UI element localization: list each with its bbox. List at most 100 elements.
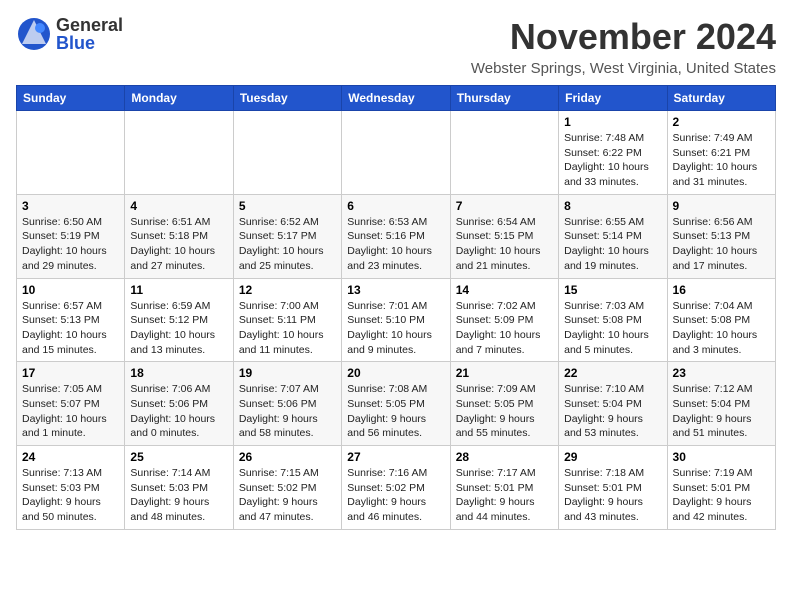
calendar-cell: 1Sunrise: 7:48 AM Sunset: 6:22 PM Daylig… bbox=[559, 111, 667, 195]
day-number: 14 bbox=[456, 283, 553, 297]
day-number: 17 bbox=[22, 366, 119, 380]
day-detail: Sunrise: 7:18 AM Sunset: 5:01 PM Dayligh… bbox=[564, 466, 661, 525]
calendar-cell: 7 Sunrise: 6:54 AM Sunset: 5:15 PM Daylig… bbox=[450, 194, 558, 278]
calendar-week-5: 24Sunrise: 7:13 AM Sunset: 5:03 PM Dayli… bbox=[17, 446, 776, 530]
weekday-header-row: SundayMondayTuesdayWednesdayThursdayFrid… bbox=[17, 86, 776, 111]
calendar-cell: 14 Sunrise: 7:02 AM Sunset: 5:09 PM Dayli… bbox=[450, 278, 558, 362]
day-number: 5 bbox=[239, 199, 336, 213]
day-detail: Sunrise: 7:07 AM Sunset: 5:06 PM Dayligh… bbox=[239, 382, 336, 441]
day-number: 25 bbox=[130, 450, 227, 464]
calendar-week-4: 17 Sunrise: 7:05 AM Sunset: 5:07 PM Dayli… bbox=[17, 362, 776, 446]
calendar-cell bbox=[125, 111, 233, 195]
day-number: 12 bbox=[239, 283, 336, 297]
day-detail: Sunrise: 7:19 AM Sunset: 5:01 PM Dayligh… bbox=[673, 466, 770, 525]
weekday-header-monday: Monday bbox=[125, 86, 233, 111]
day-detail: Sunrise: 7:09 AM Sunset: 5:05 PM Dayligh… bbox=[456, 382, 553, 441]
day-number: 9 bbox=[673, 199, 770, 213]
calendar-week-2: 3 Sunrise: 6:50 AM Sunset: 5:19 PM Daylig… bbox=[17, 194, 776, 278]
day-detail: Sunrise: 7:06 AM Sunset: 5:06 PM Dayligh… bbox=[130, 382, 227, 441]
calendar-cell bbox=[17, 111, 125, 195]
day-number: 3 bbox=[22, 199, 119, 213]
weekday-header-sunday: Sunday bbox=[17, 86, 125, 111]
day-detail: Sunrise: 7:05 AM Sunset: 5:07 PM Dayligh… bbox=[22, 382, 119, 441]
day-detail: Sunrise: 7:17 AM Sunset: 5:01 PM Dayligh… bbox=[456, 466, 553, 525]
day-number: 18 bbox=[130, 366, 227, 380]
calendar-cell: 6Sunrise: 6:53 AM Sunset: 5:16 PM Daylig… bbox=[342, 194, 450, 278]
day-number: 15 bbox=[564, 283, 661, 297]
calendar-cell: 4Sunrise: 6:51 AM Sunset: 5:18 PM Daylig… bbox=[125, 194, 233, 278]
calendar-cell: 2Sunrise: 7:49 AM Sunset: 6:21 PM Daylig… bbox=[667, 111, 775, 195]
calendar-cell: 20 Sunrise: 7:08 AM Sunset: 5:05 PM Dayli… bbox=[342, 362, 450, 446]
day-detail: Sunrise: 7:08 AM Sunset: 5:05 PM Dayligh… bbox=[347, 382, 444, 441]
logo-blue-text: Blue bbox=[56, 34, 123, 52]
day-number: 16 bbox=[673, 283, 770, 297]
calendar-cell: 10 Sunrise: 6:57 AM Sunset: 5:13 PM Dayli… bbox=[17, 278, 125, 362]
day-detail: Sunrise: 6:50 AM Sunset: 5:19 PM Dayligh… bbox=[22, 215, 119, 274]
calendar-cell: 9 Sunrise: 6:56 AM Sunset: 5:13 PM Daylig… bbox=[667, 194, 775, 278]
calendar-cell bbox=[233, 111, 341, 195]
calendar-week-1: 1Sunrise: 7:48 AM Sunset: 6:22 PM Daylig… bbox=[17, 111, 776, 195]
calendar-cell: 29 Sunrise: 7:18 AM Sunset: 5:01 PM Dayli… bbox=[559, 446, 667, 530]
day-number: 6 bbox=[347, 199, 444, 213]
calendar-cell: 23Sunrise: 7:12 AM Sunset: 5:04 PM Dayli… bbox=[667, 362, 775, 446]
day-detail: Sunrise: 6:56 AM Sunset: 5:13 PM Dayligh… bbox=[673, 215, 770, 274]
day-detail: Sunrise: 6:57 AM Sunset: 5:13 PM Dayligh… bbox=[22, 299, 119, 358]
month-title: November 2024 bbox=[471, 16, 776, 58]
day-number: 26 bbox=[239, 450, 336, 464]
day-number: 24 bbox=[22, 450, 119, 464]
calendar-cell: 19Sunrise: 7:07 AM Sunset: 5:06 PM Dayli… bbox=[233, 362, 341, 446]
logo-icon bbox=[16, 16, 52, 52]
logo-general-text: General bbox=[56, 16, 123, 34]
day-detail: Sunrise: 6:55 AM Sunset: 5:14 PM Dayligh… bbox=[564, 215, 661, 274]
day-number: 8 bbox=[564, 199, 661, 213]
day-number: 30 bbox=[673, 450, 770, 464]
weekday-header-friday: Friday bbox=[559, 86, 667, 111]
weekday-header-wednesday: Wednesday bbox=[342, 86, 450, 111]
day-number: 1 bbox=[564, 115, 661, 129]
day-detail: Sunrise: 7:03 AM Sunset: 5:08 PM Dayligh… bbox=[564, 299, 661, 358]
logo-text: General Blue bbox=[56, 16, 123, 52]
weekday-header-thursday: Thursday bbox=[450, 86, 558, 111]
day-number: 10 bbox=[22, 283, 119, 297]
calendar-cell: 5 Sunrise: 6:52 AM Sunset: 5:17 PM Daylig… bbox=[233, 194, 341, 278]
calendar-table: SundayMondayTuesdayWednesdayThursdayFrid… bbox=[16, 85, 776, 530]
calendar-cell: 3 Sunrise: 6:50 AM Sunset: 5:19 PM Daylig… bbox=[17, 194, 125, 278]
day-detail: Sunrise: 6:54 AM Sunset: 5:15 PM Dayligh… bbox=[456, 215, 553, 274]
day-detail: Sunrise: 7:02 AM Sunset: 5:09 PM Dayligh… bbox=[456, 299, 553, 358]
day-detail: Sunrise: 7:15 AM Sunset: 5:02 PM Dayligh… bbox=[239, 466, 336, 525]
calendar-cell: 28 Sunrise: 7:17 AM Sunset: 5:01 PM Dayli… bbox=[450, 446, 558, 530]
calendar-cell: 18 Sunrise: 7:06 AM Sunset: 5:06 PM Dayli… bbox=[125, 362, 233, 446]
calendar-cell: 26 Sunrise: 7:15 AM Sunset: 5:02 PM Dayli… bbox=[233, 446, 341, 530]
day-detail: Sunrise: 7:12 AM Sunset: 5:04 PM Dayligh… bbox=[673, 382, 770, 441]
day-number: 11 bbox=[130, 283, 227, 297]
day-detail: Sunrise: 6:52 AM Sunset: 5:17 PM Dayligh… bbox=[239, 215, 336, 274]
calendar-cell: 12Sunrise: 7:00 AM Sunset: 5:11 PM Dayli… bbox=[233, 278, 341, 362]
day-number: 27 bbox=[347, 450, 444, 464]
calendar-cell: 8 Sunrise: 6:55 AM Sunset: 5:14 PM Daylig… bbox=[559, 194, 667, 278]
logo: General Blue bbox=[16, 16, 123, 52]
calendar-cell: 27Sunrise: 7:16 AM Sunset: 5:02 PM Dayli… bbox=[342, 446, 450, 530]
day-detail: Sunrise: 7:01 AM Sunset: 5:10 PM Dayligh… bbox=[347, 299, 444, 358]
day-number: 20 bbox=[347, 366, 444, 380]
calendar-cell: 21Sunrise: 7:09 AM Sunset: 5:05 PM Dayli… bbox=[450, 362, 558, 446]
day-number: 4 bbox=[130, 199, 227, 213]
calendar-cell: 24Sunrise: 7:13 AM Sunset: 5:03 PM Dayli… bbox=[17, 446, 125, 530]
calendar-cell: 22Sunrise: 7:10 AM Sunset: 5:04 PM Dayli… bbox=[559, 362, 667, 446]
day-detail: Sunrise: 7:10 AM Sunset: 5:04 PM Dayligh… bbox=[564, 382, 661, 441]
calendar-cell bbox=[342, 111, 450, 195]
day-number: 7 bbox=[456, 199, 553, 213]
calendar-cell bbox=[450, 111, 558, 195]
day-number: 28 bbox=[456, 450, 553, 464]
calendar-cell: 25Sunrise: 7:14 AM Sunset: 5:03 PM Dayli… bbox=[125, 446, 233, 530]
calendar-week-3: 10 Sunrise: 6:57 AM Sunset: 5:13 PM Dayli… bbox=[17, 278, 776, 362]
location-title: Webster Springs, West Virginia, United S… bbox=[471, 60, 776, 77]
calendar-cell: 13 Sunrise: 7:01 AM Sunset: 5:10 PM Dayli… bbox=[342, 278, 450, 362]
weekday-header-tuesday: Tuesday bbox=[233, 86, 341, 111]
day-number: 29 bbox=[564, 450, 661, 464]
day-detail: Sunrise: 6:59 AM Sunset: 5:12 PM Dayligh… bbox=[130, 299, 227, 358]
weekday-header-saturday: Saturday bbox=[667, 86, 775, 111]
page-header: General Blue November 2024 Webster Sprin… bbox=[16, 16, 776, 77]
day-number: 2 bbox=[673, 115, 770, 129]
title-block: November 2024 Webster Springs, West Virg… bbox=[471, 16, 776, 77]
day-number: 13 bbox=[347, 283, 444, 297]
